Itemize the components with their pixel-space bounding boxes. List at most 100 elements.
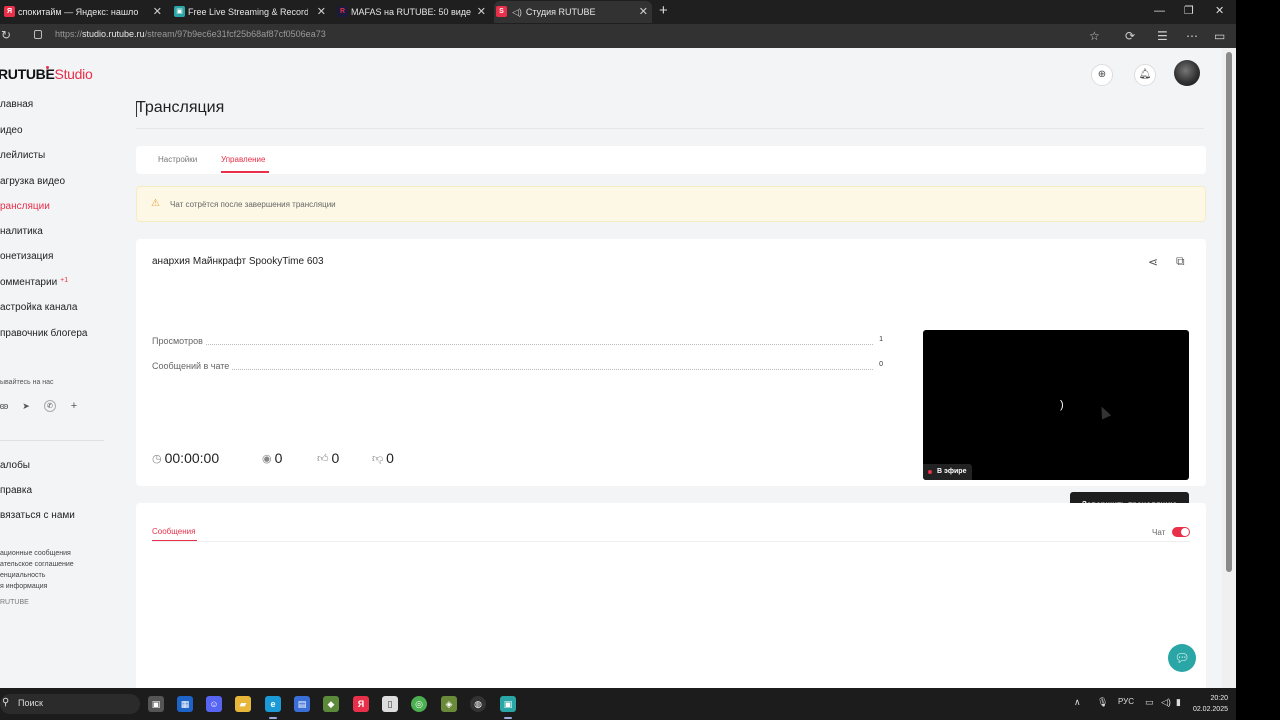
sidebar-item-channel-settings[interactable]: астройка канала <box>0 302 77 313</box>
close-icon[interactable]: ✕ <box>477 5 486 19</box>
lock-icon[interactable] <box>34 30 42 39</box>
sidebar-item-home[interactable]: лавная <box>0 99 33 110</box>
chrome-icon[interactable]: ◎ <box>411 696 427 712</box>
extensions-icon[interactable]: ⟳ <box>1125 29 1135 43</box>
sidebar-item-streams[interactable]: рансляции <box>0 201 50 212</box>
new-tab-button[interactable]: + <box>659 3 668 19</box>
sidebar-item-label: агрузка видео <box>0 176 66 187</box>
speaker-icon[interactable]: ◁) <box>512 7 522 18</box>
warning-icon: ⚠ <box>151 198 160 209</box>
scrollbar-thumb[interactable] <box>1226 52 1232 572</box>
browser-tab-mafas[interactable]: R MAFAS на RUTUBE: 50 видео – с ✕ <box>335 1 490 23</box>
support-chat-button[interactable]: 💬︎ <box>1168 644 1196 672</box>
sidebar-item-playlists[interactable]: лейлисты <box>0 150 45 161</box>
system-clock[interactable]: 20:20 02.02.2025 <box>1184 693 1228 715</box>
ok-icon[interactable]: ꙭ <box>0 400 10 412</box>
warning-text: Чат сотрётся после завершения трансляции <box>170 200 336 209</box>
widgets-icon[interactable]: ▦ <box>177 696 193 712</box>
sidebar-item-monetization[interactable]: онетизация <box>0 251 53 262</box>
sidebar-item-help[interactable]: правка <box>0 485 32 496</box>
tab-management[interactable]: Управление <box>221 155 265 164</box>
close-icon[interactable]: ✕ <box>317 5 326 19</box>
comments-badge: +1 <box>60 277 69 284</box>
address-bar: ↻ https://studio.rutube.ru/stream/97b9ec… <box>0 24 1236 48</box>
minecraft-icon[interactable]: ◆ <box>323 696 339 712</box>
favorite-star-icon[interactable]: ☆ <box>1089 29 1100 43</box>
browser-tab-streaming[interactable]: ▣ Free Live Streaming & Recording ✕ <box>172 1 330 23</box>
sidebar-item-label: лейлисты <box>0 150 46 161</box>
telegram-icon[interactable]: ➤ <box>20 400 32 412</box>
close-icon[interactable]: ✕ <box>639 5 648 19</box>
collections-icon[interactable]: ☰ <box>1157 29 1168 43</box>
chat-toggle[interactable] <box>1172 527 1190 537</box>
browser-tab-yandex[interactable]: Я спокитайм — Яндекс: нашлось ✕ <box>2 1 166 23</box>
more-menu-icon[interactable]: ⋯ <box>1186 29 1198 43</box>
stat-label: Просмотров <box>152 336 205 346</box>
browser-tab-studio[interactable]: S ◁) Студия RUTUBE ✕ <box>494 1 652 23</box>
external-link-icon[interactable]: ⧉ <box>1176 254 1185 269</box>
bell-icon[interactable]: 🔔︎ <box>1134 64 1156 86</box>
live-label: В эфире <box>937 468 967 475</box>
text-caret <box>136 101 137 117</box>
page-scrollbar[interactable] <box>1222 48 1236 688</box>
loading-spinner: ) <box>1060 399 1064 411</box>
add-content-icon[interactable]: ⊕ <box>1091 64 1113 86</box>
close-icon[interactable]: ✕ <box>153 5 162 19</box>
tray-overflow-icon[interactable]: ∧ <box>1074 697 1081 708</box>
sidebar-item-video[interactable]: идео <box>0 125 23 136</box>
viber-icon[interactable]: ✆ <box>44 400 56 412</box>
document-icon[interactable]: ▯ <box>382 696 398 712</box>
stream-tabs: Настройки Управление <box>136 146 1206 174</box>
footer-link[interactable]: я информация <box>0 583 47 590</box>
footer-link[interactable]: енциальность <box>0 572 45 579</box>
task-view-icon[interactable]: ▣ <box>148 696 164 712</box>
streaming-app-icon[interactable]: ▣ <box>500 696 516 712</box>
window-close-icon[interactable]: ✕ <box>1215 4 1224 18</box>
minimize-icon[interactable]: — <box>1154 4 1165 18</box>
store-icon[interactable]: ▤ <box>294 696 310 712</box>
language-indicator[interactable]: РУС <box>1118 697 1134 706</box>
tab-settings[interactable]: Настройки <box>158 155 197 164</box>
battery-icon[interactable]: ▮ <box>1176 697 1181 708</box>
footer-link[interactable]: ационные сообщения <box>0 550 71 557</box>
yandex-browser-icon[interactable]: Я <box>353 696 369 712</box>
obs-icon[interactable]: ◍ <box>470 696 486 712</box>
page-title: Трансляция <box>136 99 225 116</box>
thumbs-up-icon: 👍︎ <box>317 452 329 465</box>
toggle-knob <box>1181 528 1189 536</box>
yandex-icon: Я <box>4 6 15 17</box>
sidebar-item-label: астройка канала <box>0 302 78 313</box>
taskbar-search[interactable]: ⚲ Поиск <box>0 694 140 714</box>
sidebar-item-contact[interactable]: вязаться с нами <box>0 510 75 521</box>
microphone-icon[interactable]: 🎙︎ <box>1097 697 1108 708</box>
rutube-studio-logo[interactable]: RUTUBEStudio <box>0 66 93 82</box>
network-icon[interactable]: ▭ <box>1145 697 1154 708</box>
sidebar-item-complaints[interactable]: алобы <box>0 460 30 471</box>
sidebar-item-blogger-guide[interactable]: правочник блогера <box>0 328 87 339</box>
share-icon[interactable]: ⋖ <box>1148 255 1158 269</box>
sidebar-item-analytics[interactable]: налитика <box>0 226 43 237</box>
discord-icon[interactable]: ☺ <box>206 696 222 712</box>
stream-dislikes: 👎︎ 0 <box>372 450 394 466</box>
edge-icon[interactable]: e <box>265 696 281 712</box>
screen: Я спокитайм — Яндекс: нашлось ✕ ▣ Free L… <box>0 0 1280 720</box>
plus-icon[interactable]: + <box>68 400 80 412</box>
avatar[interactable] <box>1174 60 1200 86</box>
volume-icon[interactable]: ◁) <box>1161 697 1171 708</box>
cube-app-icon[interactable]: ◈ <box>441 696 457 712</box>
url-prefix: https:// <box>55 29 83 39</box>
footer-link[interactable]: ательское соглашение <box>0 561 74 568</box>
restore-icon[interactable]: ❐ <box>1184 4 1194 18</box>
sidebar-item-label: рансляции <box>0 201 50 212</box>
tab-messages[interactable]: Сообщения <box>152 527 195 536</box>
sidebar-item-comments[interactable]: омментарии +1 <box>0 277 68 288</box>
file-explorer-icon[interactable]: ▰ <box>235 696 251 712</box>
sidebar-toggle-icon[interactable]: ▭ <box>1214 29 1225 43</box>
video-player[interactable]: ) В эфире <box>923 330 1189 480</box>
url-field[interactable]: https://studio.rutube.ru/stream/97b9ec6e… <box>55 29 326 39</box>
reload-icon[interactable]: ↻ <box>1 28 11 42</box>
sidebar-item-upload[interactable]: агрузка видео <box>0 176 65 187</box>
live-badge: В эфире <box>923 464 973 480</box>
taskbar: ⚲ Поиск ▣ ▦ ☺ ▰ e ▤ ◆ Я ▯ ◎ ◈ ◍ ▣ ∧ 🎙︎ Р… <box>0 688 1236 720</box>
duration-value: 00:00:00 <box>164 450 220 466</box>
